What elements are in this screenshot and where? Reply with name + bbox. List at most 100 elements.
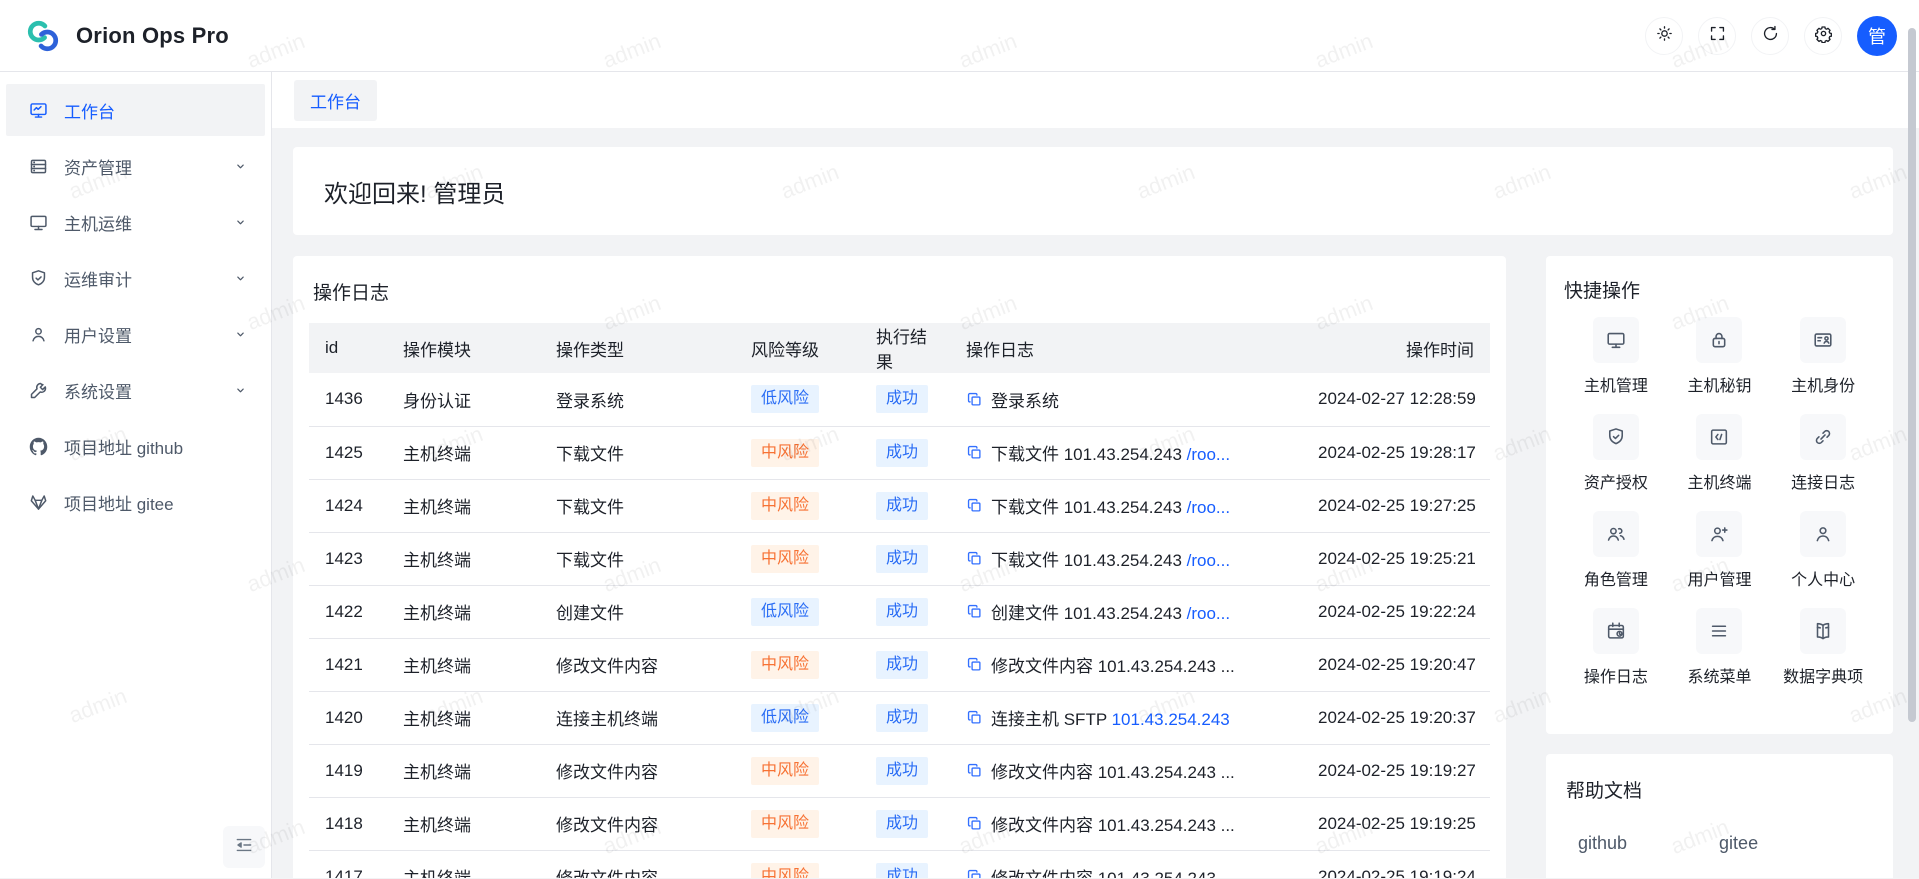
fullscreen-icon [1708,24,1727,48]
sidebar-item-0[interactable]: 工作台 [6,84,265,136]
menu-fold-icon [234,835,254,860]
lock-icon [1696,317,1742,363]
log-text: 修改文件内容 101.43.254.243 ... [991,763,1235,782]
theme-toggle-button[interactable] [1645,17,1683,55]
copy-icon[interactable] [966,550,983,567]
log-link[interactable]: /roo... [1187,445,1230,464]
chevron-down-icon [232,158,249,175]
sidebar-item-3[interactable]: 运维审计 [6,252,265,304]
quick-action-3[interactable]: 资产授权 [1564,414,1668,493]
log-link[interactable]: /roo... [1187,498,1230,517]
quick-action-label: 主机管理 [1584,372,1648,396]
risk-badge: 低风险 [751,385,819,413]
cell-type: 下载文件 [540,479,735,532]
column-header-6: 操作时间 [1302,323,1490,373]
log-link[interactable]: /roo... [1187,551,1230,570]
quick-action-2[interactable]: 主机身份 [1771,317,1875,396]
quick-action-7[interactable]: 用户管理 [1668,511,1772,590]
cell-result: 成功 [860,744,950,797]
sidebar-item-7[interactable]: 项目地址 gitee [6,476,265,528]
quick-action-9[interactable]: 操作日志 [1564,608,1668,687]
app-logo: Orion Ops Pro [22,15,229,57]
quick-action-10[interactable]: 系统菜单 [1668,608,1772,687]
cell-time: 2024-02-25 19:27:25 [1302,479,1490,532]
cell-time: 2024-02-25 19:19:24 [1302,850,1490,878]
refresh-button[interactable] [1751,17,1789,55]
cell-risk: 低风险 [735,373,860,426]
cell-time: 2024-02-25 19:28:17 [1302,426,1490,479]
cell-module: 主机终端 [387,532,540,585]
user-avatar[interactable]: 管 [1857,16,1897,56]
shield-check-icon [1593,414,1639,460]
copy-icon[interactable] [966,762,983,779]
gitee-icon [28,492,49,513]
risk-badge: 中风险 [751,757,819,785]
result-badge: 成功 [876,757,928,785]
fullscreen-button[interactable] [1698,17,1736,55]
help-link-github[interactable]: github [1578,833,1627,854]
risk-badge: 中风险 [751,651,819,679]
copy-icon[interactable] [966,656,983,673]
quick-action-4[interactable]: 主机终端 [1668,414,1772,493]
chevron-down-icon [232,214,249,231]
quick-action-6[interactable]: 角色管理 [1564,511,1668,590]
cell-module: 主机终端 [387,585,540,638]
cell-module: 身份认证 [387,373,540,426]
sidebar-item-4[interactable]: 用户设置 [6,308,265,360]
quick-action-label: 个人中心 [1791,566,1855,590]
copy-icon[interactable] [966,391,983,408]
risk-badge: 中风险 [751,810,819,838]
quick-action-1[interactable]: 主机秘钥 [1668,317,1772,396]
sidebar-item-6[interactable]: 项目地址 github [6,420,265,472]
cell-log: 登录系统 [950,373,1302,426]
cell-type: 下载文件 [540,532,735,585]
table-header-row: id操作模块操作类型风险等级执行结果操作日志操作时间 [309,323,1490,373]
column-header-4: 执行结果 [860,323,950,373]
breadcrumb-item-workbench[interactable]: 工作台 [294,80,377,121]
chevron-down-icon [232,382,249,399]
log-text: 下载文件 101.43.254.243 [991,551,1187,570]
help-link-gitee[interactable]: gitee [1719,833,1758,854]
sidebar-item-1[interactable]: 资产管理 [6,140,265,192]
sidebar-item-2[interactable]: 主机运维 [6,196,265,248]
column-header-0: id [309,323,387,373]
cell-time: 2024-02-27 12:28:59 [1302,373,1490,426]
breadcrumb: 工作台 [272,72,1919,128]
cell-type: 修改文件内容 [540,638,735,691]
help-docs-title: 帮助文档 [1566,776,1873,803]
cell-result: 成功 [860,797,950,850]
cell-log: 修改文件内容 101.43.254.243 ... [950,638,1302,691]
cell-type: 修改文件内容 [540,850,735,878]
cell-time: 2024-02-25 19:20:37 [1302,691,1490,744]
quick-action-11[interactable]: 数据字典项 [1771,608,1875,687]
table-row: 1420 主机终端 连接主机终端 低风险 成功 连接主机 SFTP 101.43… [309,691,1490,744]
cell-log: 修改文件内容 101.43.254.243 ... [950,850,1302,878]
quick-action-label: 资产授权 [1584,469,1648,493]
settings-button[interactable] [1804,17,1842,55]
operation-log-table: id操作模块操作类型风险等级执行结果操作日志操作时间 1436 身份认证 登录系… [309,323,1490,878]
cell-result: 成功 [860,479,950,532]
scrollbar-thumb[interactable] [1908,28,1916,722]
table-row: 1417 主机终端 修改文件内容 中风险 成功 修改文件内容 101.43.25… [309,850,1490,878]
quick-action-5[interactable]: 连接日志 [1771,414,1875,493]
copy-icon[interactable] [966,603,983,620]
calendar-clock-icon [1593,608,1639,654]
quick-action-label: 连接日志 [1791,469,1855,493]
log-link[interactable]: 101.43.254.243 [1112,710,1230,729]
copy-icon[interactable] [966,815,983,832]
sidebar-collapse-button[interactable] [223,826,265,868]
id-card-icon [1800,317,1846,363]
sidebar-item-5[interactable]: 系统设置 [6,364,265,416]
copy-icon[interactable] [966,709,983,726]
log-link[interactable]: /roo... [1187,604,1230,623]
refresh-icon [1761,24,1780,48]
copy-icon[interactable] [966,497,983,514]
column-header-2: 操作类型 [540,323,735,373]
quick-action-8[interactable]: 个人中心 [1771,511,1875,590]
sidebar-item-label: 工作台 [64,98,249,123]
quick-action-0[interactable]: 主机管理 [1564,317,1668,396]
copy-icon[interactable] [966,868,983,878]
cell-time: 2024-02-25 19:20:47 [1302,638,1490,691]
copy-icon[interactable] [966,444,983,461]
cell-type: 登录系统 [540,373,735,426]
